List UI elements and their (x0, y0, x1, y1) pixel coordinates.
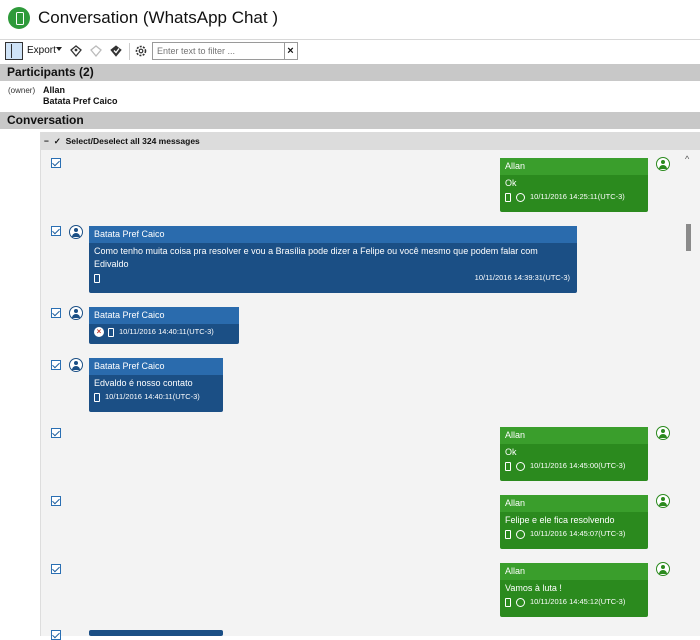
tag-check-icon[interactable] (109, 44, 123, 58)
message-sender: Allan (500, 495, 648, 512)
message-sender: Batata Pref Caico (89, 307, 239, 324)
phone-icon (505, 461, 511, 471)
avatar-icon (69, 225, 83, 239)
avatar-icon (656, 157, 670, 171)
message-text: Como tenho muita coisa pra resolver e vo… (94, 246, 538, 269)
phone-icon (94, 273, 100, 283)
toolbar-divider (129, 43, 130, 60)
pane-toggle-icon[interactable] (5, 42, 23, 60)
whatsapp-app-icon (8, 7, 30, 29)
message-time: 10/11/2016 14:45:00(UTC-3) (530, 461, 626, 470)
message-time: 10/11/2016 14:40:11(UTC-3) (105, 392, 200, 401)
message-footer: 10/11/2016 14:45:07(UTC-3) (500, 529, 648, 539)
message-time: 10/11/2016 14:25:11(UTC-3) (530, 192, 625, 201)
avatar-icon (656, 562, 670, 576)
contacts-icon (516, 597, 525, 607)
scrollbar[interactable]: ^ (682, 152, 696, 636)
participant-owner-name: Allan (43, 85, 66, 95)
participant-other-name: Batata Pref Caico (43, 96, 118, 106)
conversation-header[interactable]: Conversation (0, 112, 700, 129)
clear-icon[interactable]: × (284, 42, 298, 60)
message-bubble-outgoing[interactable]: Allan Ok 10/11/2016 14:25:11(UTC-3) (500, 158, 648, 212)
message-checkbox[interactable] (51, 308, 61, 318)
chevron-down-icon[interactable] (56, 47, 62, 51)
avatar-icon (69, 306, 83, 320)
scroll-thumb[interactable] (686, 224, 691, 251)
message-footer: 10/11/2016 14:45:00(UTC-3) (500, 461, 648, 471)
phone-icon (94, 392, 100, 402)
owner-role-label: (owner) (8, 86, 36, 95)
window-title: Conversation (WhatsApp Chat ) (38, 8, 278, 27)
phone-icon (505, 597, 511, 607)
message-checkbox[interactable] (51, 360, 61, 370)
avatar-icon (656, 494, 670, 508)
message-bubble-outgoing[interactable]: Allan Ok 10/11/2016 14:45:00(UTC-3) (500, 427, 648, 481)
message-time: 10/11/2016 14:45:12(UTC-3) (530, 597, 626, 606)
delete-icon: × (94, 327, 104, 338)
contacts-icon (516, 529, 525, 539)
filter-input[interactable] (152, 42, 285, 60)
message-checkbox[interactable] (51, 564, 61, 574)
gear-icon[interactable] (134, 44, 148, 58)
tag-icon[interactable] (69, 44, 83, 58)
toolbar: Export × (0, 39, 700, 63)
contacts-icon (516, 461, 525, 471)
check-icon: ✓ (51, 136, 64, 146)
export-button[interactable]: Export (27, 45, 56, 56)
message-bubble-incoming[interactable]: Batata Pref Caico × 10/11/2016 14:40:11(U… (89, 307, 239, 344)
message-sender: Allan (500, 158, 648, 175)
message-footer: 10/11/2016 14:39:31(UTC-3) (89, 273, 577, 283)
message-footer: 10/11/2016 14:25:11(UTC-3) (500, 192, 648, 202)
collapse-icon[interactable]: − (44, 136, 49, 146)
phone-icon (108, 327, 114, 337)
message-sender: Allan (500, 563, 648, 580)
contacts-icon (516, 192, 525, 202)
title-bar: Conversation (WhatsApp Chat ) (0, 0, 700, 38)
message-checkbox[interactable] (51, 158, 61, 168)
select-all-label[interactable]: Select/Deselect all 324 messages (66, 136, 200, 146)
message-text: Ok (505, 447, 517, 457)
message-checkbox[interactable] (51, 226, 61, 236)
message-sender: Allan (500, 427, 648, 444)
participants-header[interactable]: Participants (2) (0, 64, 700, 81)
message-checkbox[interactable] (51, 630, 61, 640)
message-time: 10/11/2016 14:45:07(UTC-3) (530, 529, 626, 538)
untag-icon[interactable] (89, 44, 103, 58)
message-checkbox[interactable] (51, 428, 61, 438)
message-text: Ok (505, 178, 517, 188)
message-bubble-incoming[interactable] (89, 630, 223, 636)
message-footer: × 10/11/2016 14:40:11(UTC-3) (89, 324, 239, 338)
message-checkbox[interactable] (51, 496, 61, 506)
message-bubble-incoming[interactable]: Batata Pref Caico Edvaldo é nosso contat… (89, 358, 223, 412)
message-time: 10/11/2016 14:39:31(UTC-3) (474, 273, 570, 282)
message-text: Edvaldo é nosso contato (94, 378, 193, 388)
message-sender: Batata Pref Caico (89, 358, 223, 375)
phone-icon (505, 192, 511, 202)
message-time: 10/11/2016 14:40:11(UTC-3) (119, 327, 214, 336)
message-text: Felipe e ele fica resolvendo (505, 515, 615, 525)
scroll-up-icon[interactable]: ^ (685, 154, 689, 164)
message-footer: 10/11/2016 14:45:12(UTC-3) (500, 597, 648, 607)
message-bubble-outgoing[interactable]: Allan Vamos à luta ! 10/11/2016 14:45:12… (500, 563, 648, 617)
message-footer: 10/11/2016 14:40:11(UTC-3) (89, 392, 223, 402)
phone-icon (505, 529, 511, 539)
message-sender: Batata Pref Caico (89, 226, 577, 243)
select-all-bar[interactable]: − ✓ Select/Deselect all 324 messages (41, 132, 700, 150)
message-bubble-incoming[interactable]: Batata Pref Caico Como tenho muita coisa… (89, 226, 577, 293)
message-text: Vamos à luta ! (505, 583, 562, 593)
avatar-icon (656, 426, 670, 440)
message-bubble-outgoing[interactable]: Allan Felipe e ele fica resolvendo 10/11… (500, 495, 648, 549)
avatar-icon (69, 358, 83, 372)
